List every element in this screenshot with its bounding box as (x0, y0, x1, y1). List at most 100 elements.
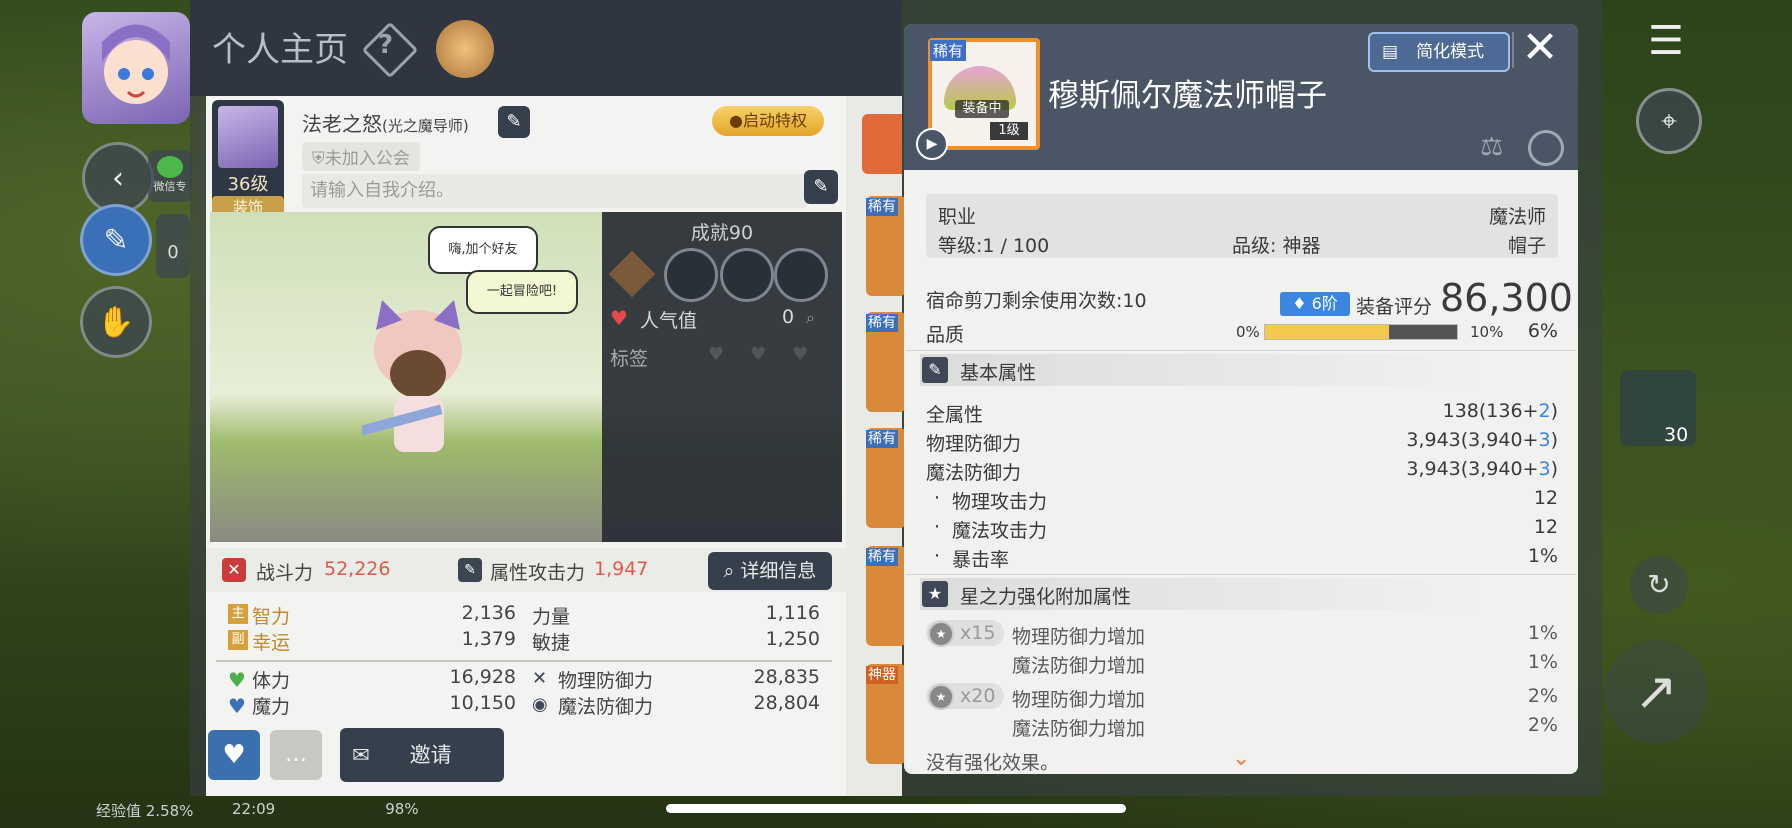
intro-field[interactable]: 请输入自我介绍。 (302, 174, 808, 208)
attr-base: 3,943(3,940+ (1406, 458, 1539, 480)
attr-close: ) (1550, 400, 1558, 422)
main-stat-badge: 主 (228, 604, 248, 624)
attr-bonus: 3 (1538, 429, 1551, 451)
equip-slot[interactable]: 稀有 (866, 312, 906, 412)
star-attr-label: 魔法防御力增加 (1012, 655, 1146, 677)
bullet: · (934, 545, 941, 567)
heart-icon: ♥ (228, 668, 246, 692)
privilege-button[interactable]: ●启动特权 (712, 106, 824, 136)
popularity-label: 人气值 (640, 310, 698, 332)
menu-icon[interactable]: ☰ (1648, 18, 1684, 64)
stat-label: 魔法防御力 (558, 696, 654, 718)
chat-button[interactable]: … (270, 730, 322, 780)
edit-intro-button[interactable]: ✎ (804, 170, 838, 204)
character-level: 36级 (227, 174, 269, 195)
equip-tab[interactable] (862, 114, 902, 174)
artifact-tag: 神器 (866, 666, 898, 684)
play-button[interactable]: ▶ (916, 128, 948, 160)
wechat-button[interactable]: 微信专 (148, 150, 192, 202)
rare-tag: 稀有 (866, 430, 898, 448)
rarity-tag: 稀有 (930, 40, 967, 61)
heart-icon: ♥ (222, 740, 246, 770)
pet-icon[interactable] (436, 20, 494, 78)
attack-icon: ✎ (458, 558, 482, 582)
score-value: 86,300 (1440, 276, 1573, 320)
heart-icon: ♥ (610, 306, 628, 330)
job-value: 魔法师 (1488, 206, 1546, 228)
chat-icon: … (285, 742, 307, 767)
character-name: 法老之怒(光之魔导师) (302, 108, 469, 137)
rare-tag: 稀有 (866, 198, 898, 216)
doc-icon: ▤ (1382, 42, 1399, 62)
compare-icon[interactable]: ⚖ (1480, 132, 1503, 162)
home-indicator[interactable] (666, 804, 1126, 813)
stat-value: 16,928 (449, 666, 516, 688)
mail-icon: ✉ (352, 743, 370, 767)
detail-button[interactable]: ⌕ 详细信息 (708, 552, 832, 590)
tag-label: 标签 (610, 348, 649, 370)
achievement-slot[interactable] (720, 248, 774, 302)
star-icon: ★ (928, 683, 954, 710)
star-attr-value: 1% (1527, 651, 1558, 673)
stat-label: 力量 (532, 606, 571, 628)
clock: 22:09 (232, 800, 276, 818)
attr-base: 138(136+ (1442, 400, 1539, 422)
star-attr-label: 物理防御力增加 (1012, 626, 1146, 648)
jump-button[interactable]: ↗ (1604, 640, 1708, 744)
sub-attr-label: 物理攻击力 (952, 491, 1048, 513)
page-title: 个人主页 (212, 30, 348, 70)
attr-label: 魔法防御力 (926, 462, 1022, 484)
stat-value: 28,804 (753, 692, 820, 714)
job-label: 职业 (938, 206, 977, 228)
stat-label: 智力 (252, 606, 291, 628)
location-icon[interactable]: ⌖ (1636, 88, 1702, 154)
star-count: x15 (960, 622, 996, 644)
star-icon: ★ (928, 620, 954, 647)
like-button[interactable]: ♥ (208, 730, 260, 780)
handshake-button[interactable]: ✋ (80, 286, 152, 358)
privilege-label: 启动特权 (742, 111, 807, 130)
back-icon: ‹ (112, 160, 124, 196)
star-title: 星之力强化附加属性 (960, 586, 1132, 608)
rare-tag: 稀有 (866, 314, 898, 332)
edit-name-button[interactable]: ✎ (498, 106, 530, 138)
pen-icon: ✎ (922, 357, 948, 383)
refresh-icon[interactable]: ↻ (1630, 556, 1688, 614)
equip-slot[interactable]: 稀有 (866, 546, 906, 646)
achievement-slot[interactable] (774, 248, 828, 302)
divider (906, 574, 1576, 575)
star-attr-value: 2% (1527, 714, 1558, 736)
star-attr-value: 1% (1527, 622, 1558, 644)
score-label: 装备评分 (1356, 296, 1433, 318)
invite-button[interactable]: ✉ 邀请 (340, 728, 504, 782)
attr-value: 3,943(3,940+3) (1300, 458, 1558, 480)
grade-line: 品级: 神器 (1232, 235, 1321, 257)
character-job: (光之魔导师) (382, 117, 469, 135)
quality-value: 6% (1527, 320, 1558, 342)
stat-value: 2,136 (461, 602, 516, 624)
play-icon: ▶ (926, 136, 938, 152)
stat-value: 10,150 (449, 692, 516, 714)
search-icon[interactable]: ⌕ (806, 308, 815, 328)
speech-bubble: 一起冒险吧! (466, 270, 578, 314)
wechat-label: 微信专 (153, 180, 187, 193)
equip-slot[interactable]: 稀有 (866, 428, 906, 528)
stat-label: 敏捷 (532, 632, 571, 654)
quality-label: 品质 (926, 324, 965, 346)
sub-attr-label: 暴击率 (952, 549, 1010, 571)
chevron-down-icon[interactable]: ⌄ (1232, 746, 1250, 771)
attr-bonus: 2 (1538, 400, 1551, 422)
lock-icon[interactable] (1528, 130, 1564, 166)
attr-label: 物理防御力 (926, 433, 1022, 455)
attr-bonus: 3 (1538, 458, 1551, 480)
equip-slot[interactable]: 神器 (866, 664, 906, 764)
game-character-avatar[interactable] (82, 12, 190, 124)
close-button[interactable]: ✕ (1518, 26, 1562, 70)
achievement-slot[interactable] (664, 248, 718, 302)
magic-defense-icon: ◉ (532, 694, 548, 715)
simplify-mode-button[interactable]: ▤ 简化模式 (1368, 32, 1510, 72)
star-count: x20 (960, 685, 996, 707)
search-icon: ⌕ (723, 560, 741, 582)
scroll-button[interactable]: ✎ (80, 204, 152, 276)
equip-slot[interactable]: 稀有 (866, 196, 906, 296)
